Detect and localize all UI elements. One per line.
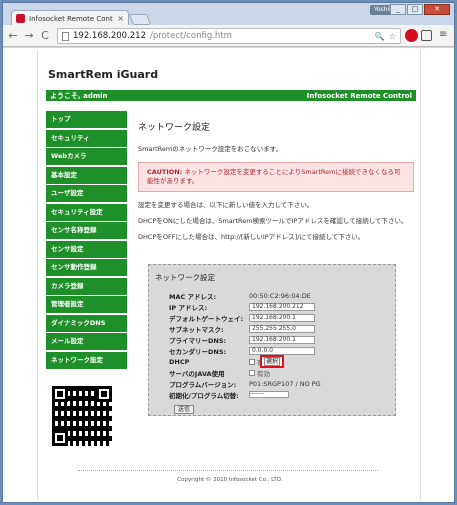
minimize-button[interactable]: _	[390, 4, 406, 15]
version-value: P01:SRGP107 / NO PG	[249, 379, 321, 388]
mac-value: 00:50:C2:96:04:DE	[249, 291, 311, 300]
mac-label: MAC アドレス:	[169, 292, 217, 301]
init-label: 初期化/プログラム切替:	[169, 391, 239, 400]
caution-box: CAUTION: ネットワーク設定を変更することによりSmartRemに接続でき…	[138, 162, 414, 192]
mac-row: MAC アドレス: 00:50:C2:96:04:DE	[169, 291, 311, 301]
sidebar-item-admin[interactable]: 管理者設定	[46, 296, 127, 313]
dhcp-label: DHCP	[169, 357, 190, 366]
download-icon[interactable]	[421, 30, 432, 41]
java-row: サーバのJAVA使用 有効	[169, 368, 270, 378]
gateway-row: デフォルトゲートウェイ: 192.168.200.1	[169, 313, 315, 323]
url-host: 192.168.200.212	[73, 31, 147, 41]
footer-divider	[78, 470, 378, 471]
sidebar-item-webcam[interactable]: Webカメラ	[46, 148, 127, 165]
ip-address-input[interactable]: 192.168.200.212	[249, 302, 315, 311]
sidebar-item-basic-settings[interactable]: 基本設定	[46, 166, 127, 184]
tab-close-icon[interactable]: ×	[117, 14, 124, 23]
page-viewport: SmartRem iGuard ようこそ, admin Infosocket R…	[3, 48, 454, 502]
caution-label: CAUTION:	[147, 168, 183, 176]
init-program-select[interactable]: --------	[249, 391, 289, 398]
browser-toolbar: ← → C 192.168.200.212/protect/config.htm…	[3, 25, 454, 47]
url-path: /protect/config.htm	[150, 31, 232, 41]
title-bar: Infosocket Remote Contr × Yoshiken _ □ ✕	[3, 3, 454, 26]
java-option-label: 有効	[257, 369, 270, 378]
ip-row: IP アドレス: 192.168.200.212	[169, 302, 315, 312]
java-checkbox[interactable]	[249, 369, 255, 376]
gateway-select-button[interactable]: 選択	[260, 355, 284, 368]
browser-window: Infosocket Remote Contr × Yoshiken _ □ ✕…	[2, 2, 455, 503]
sidebar-item-mail[interactable]: メール設定	[46, 333, 127, 350]
dhcp-row: DHCP 有効	[169, 357, 270, 367]
init-row: 初期化/プログラム切替: --------	[169, 390, 289, 400]
sidebar-item-network[interactable]: ネットワーク設定	[46, 351, 127, 369]
instruction-text-1: 設定を変更する場合は、以下に新しい値を入力して下さい。	[138, 201, 314, 209]
main-content: ネットワーク設定 SmartRemのネットワーク設定をおこないます。 CAUTI…	[138, 120, 414, 242]
browser-tab[interactable]: Infosocket Remote Contr ×	[11, 10, 129, 26]
close-window-button[interactable]: ✕	[424, 4, 450, 15]
maximize-button[interactable]: □	[407, 4, 423, 15]
search-icon[interactable]: 🔍	[375, 32, 385, 41]
mask-label: サブネットマスク:	[169, 325, 224, 334]
dns1-row: プライマリーDNS: 192.168.200.1	[169, 335, 315, 345]
sidebar-item-user-settings[interactable]: ユーザ設定	[46, 185, 127, 202]
qr-code-image	[52, 386, 112, 446]
sidebar-item-ddns[interactable]: ダイナミックDNS	[46, 314, 127, 332]
java-label: サーバのJAVA使用	[169, 369, 225, 378]
address-bar[interactable]: 192.168.200.212/protect/config.htm 🔍 ☆	[57, 28, 401, 44]
form-title: ネットワーク設定	[155, 273, 215, 282]
sidebar-item-security-settings[interactable]: セキュリティ設定	[46, 203, 127, 221]
ip-label: IP アドレス:	[169, 303, 208, 312]
intro-text: SmartRemのネットワーク設定をおこないます。	[138, 145, 283, 153]
dhcp-checkbox[interactable]	[249, 358, 255, 365]
network-settings-form: ネットワーク設定 MAC アドレス: 00:50:C2:96:04:DE IP …	[148, 264, 396, 416]
sidebar-item-security[interactable]: セキュリティ	[46, 129, 127, 147]
reload-button[interactable]: C	[39, 29, 51, 43]
sidebar-item-sensor-actions[interactable]: センサ動作登録	[46, 259, 127, 276]
instruction-text-3: DHCPをOFFにした場合は、http://[新しいIPアドレス]/にて接続して…	[138, 233, 365, 241]
primary-dns-input[interactable]: 192.168.200.1	[249, 335, 315, 344]
submit-button[interactable]: 送信	[174, 405, 194, 414]
gateway-input[interactable]: 192.168.200.1	[249, 313, 315, 322]
version-row: プログラムバージョン: P01:SRGP107 / NO PG	[169, 379, 321, 389]
dns2-label: セカンダリーDNS:	[169, 347, 227, 356]
header-bar: ようこそ, admin Infosocket Remote Control	[46, 90, 416, 101]
company-text: Infosocket Remote Control	[306, 91, 412, 100]
tab-title: Infosocket Remote Contr	[29, 14, 114, 23]
caution-text: ネットワーク設定を変更することによりSmartRemに接続できなくなる可能性があ…	[147, 168, 401, 185]
welcome-text: ようこそ, admin	[50, 91, 108, 100]
mask-row: サブネットマスク: 255.255.255.0	[169, 324, 315, 334]
menu-icon[interactable]: ≡	[439, 30, 447, 40]
sidebar-item-camera[interactable]: カメラ登録	[46, 277, 127, 295]
bookmark-star-icon[interactable]: ☆	[389, 32, 396, 41]
sidebar-nav: トップ セキュリティ Webカメラ 基本設定 ユーザ設定 セキュリティ設定 セン…	[46, 111, 127, 370]
new-tab-button[interactable]	[128, 14, 152, 25]
page-icon	[62, 31, 69, 41]
copyright-text: Copyright © 2010 Infosocket Co., LTD.	[177, 477, 283, 483]
back-button[interactable]: ←	[7, 29, 19, 43]
subnet-mask-input[interactable]: 255.255.255.0	[249, 324, 315, 333]
version-label: プログラムバージョン:	[169, 380, 237, 389]
page-container: SmartRem iGuard ようこそ, admin Infosocket R…	[37, 50, 421, 500]
gateway-label: デフォルトゲートウェイ:	[169, 314, 244, 323]
brand-title: SmartRem iGuard	[48, 68, 159, 81]
sidebar-item-top[interactable]: トップ	[46, 111, 127, 128]
sidebar-item-sensor-names[interactable]: センサ名称登録	[46, 222, 127, 239]
dns2-row: セカンダリーDNS: 0.0.0.0	[169, 346, 315, 356]
page-title: ネットワーク設定	[138, 123, 211, 133]
sidebar-item-sensor-settings[interactable]: センサ設定	[46, 240, 127, 258]
favicon-icon	[16, 14, 25, 23]
forward-button[interactable]: →	[23, 29, 35, 43]
instruction-text-2: DHCPをONにした場合は、SmartRem検索ツールでIPアドレスを確認して接…	[138, 217, 408, 225]
dns1-label: プライマリーDNS:	[169, 336, 227, 345]
gateway-select-label: 選択	[263, 357, 280, 366]
secondary-dns-input[interactable]: 0.0.0.0	[249, 346, 315, 355]
extension-icon[interactable]	[405, 29, 418, 42]
